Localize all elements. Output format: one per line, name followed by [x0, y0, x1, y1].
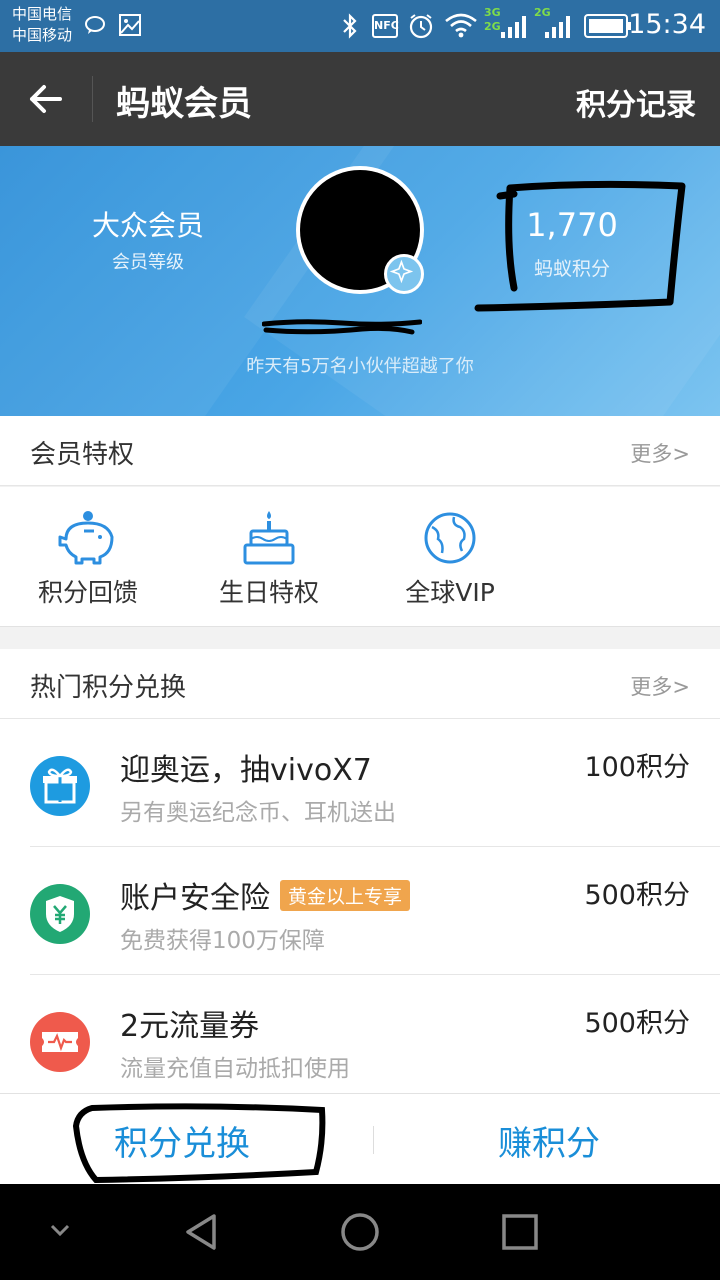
network-2g-label: 2G	[484, 20, 501, 33]
alarm-icon	[409, 14, 433, 39]
member-level-label: 会员等级	[112, 252, 184, 273]
privilege-birthday[interactable]: 生日特权	[199, 509, 339, 609]
privileges-grid: 积分回馈 生日特权 全球VIP	[0, 487, 720, 627]
data-coupon-icon	[30, 1012, 90, 1072]
privilege-label: 全球VIP	[405, 578, 495, 607]
battery-icon	[584, 14, 631, 38]
privilege-global-vip[interactable]: 全球VIP	[380, 509, 520, 609]
piggy-bank-icon	[58, 511, 114, 565]
bottom-tab-bar: 积分兑换 赚积分	[0, 1093, 720, 1184]
redacted-username-scribble	[262, 319, 422, 335]
shield-yuan-icon	[30, 884, 90, 944]
overtake-text: 昨天有5万名小伙伴超越了你	[246, 356, 474, 377]
privileges-heading: 会员特权	[30, 440, 135, 470]
item-points: 500积分	[584, 880, 690, 911]
signal-strength-icon-2	[545, 16, 570, 38]
clock: 15:34	[628, 9, 706, 40]
exchange-more-link[interactable]: 更多>	[630, 671, 690, 701]
item-title: 迎奥运，抽vivoX7	[120, 753, 372, 788]
privilege-points-feedback[interactable]: 积分回馈	[18, 509, 158, 609]
chevron-down-icon[interactable]	[48, 1222, 72, 1238]
page-title: 蚂蚁会员	[116, 84, 252, 124]
tab-earn-points[interactable]: 赚积分	[498, 1116, 600, 1165]
member-header: 大众会员 会员等级 1,770 蚂蚁积分 昨天有5万名小伙伴超越了你	[0, 146, 720, 416]
carrier-1: 中国电信	[12, 5, 73, 23]
points-record-button[interactable]: 积分记录	[576, 80, 696, 124]
item-points: 100积分	[584, 752, 690, 783]
network-3g-2g: 3G 2G	[484, 6, 501, 34]
back-arrow-icon[interactable]	[22, 74, 72, 124]
gold-exclusive-badge: 黄金以上专享	[280, 880, 411, 911]
carrier-info: 中国电信 中国移动	[12, 4, 72, 46]
tab-divider	[373, 1126, 374, 1154]
item-title-row: 账户安全险 黄金以上专享	[120, 873, 411, 917]
item-title: 账户安全险	[120, 881, 270, 916]
list-item[interactable]: 2元流量券 流量充值自动抵扣使用 500积分	[0, 975, 720, 1093]
privileges-section-header: 会员特权 更多>	[0, 416, 720, 486]
list-item[interactable]: 账户安全险 黄金以上专享 免费获得100万保障 500积分	[0, 847, 720, 975]
chat-bubble-icon	[85, 16, 105, 34]
hand-drawn-highlight-box	[474, 180, 686, 312]
bluetooth-icon	[343, 13, 357, 39]
item-subtitle: 另有奥运纪念币、耳机送出	[120, 800, 396, 826]
member-level-name[interactable]: 大众会员	[90, 204, 206, 244]
hand-drawn-highlight-box	[72, 1103, 326, 1184]
carrier-2: 中国移动	[12, 26, 73, 44]
list-item[interactable]: 迎奥运，抽vivoX7 另有奥运纪念币、耳机送出 100积分	[0, 719, 720, 847]
birthday-cake-icon	[243, 511, 295, 565]
privileges-more-link[interactable]: 更多>	[630, 438, 690, 468]
item-subtitle: 流量充值自动抵扣使用	[120, 1056, 350, 1082]
nav-back-icon[interactable]	[180, 1210, 222, 1254]
wifi-icon	[445, 13, 477, 38]
app-bar: 蚂蚁会员 积分记录	[0, 52, 720, 146]
exchange-list: 迎奥运，抽vivoX7 另有奥运纪念币、耳机送出 100积分 账户安全险 黄金以上…	[0, 719, 720, 1093]
signal-strength-icon	[501, 16, 526, 38]
gift-icon	[30, 756, 90, 816]
privilege-label: 积分回馈	[37, 578, 138, 607]
nfc-icon: NFC	[372, 14, 399, 38]
navigation-bar	[0, 1184, 720, 1280]
nav-recents-icon[interactable]	[500, 1210, 540, 1254]
item-title: 2元流量券	[120, 1009, 260, 1044]
privilege-label: 生日特权	[218, 578, 319, 607]
exchange-heading: 热门积分兑换	[30, 673, 187, 703]
sparkle-badge-icon	[384, 254, 424, 294]
item-points: 500积分	[584, 1008, 690, 1039]
image-icon	[119, 14, 141, 36]
globe-icon	[424, 512, 476, 564]
nav-home-icon[interactable]	[338, 1210, 382, 1254]
status-bar: 中国电信 中国移动 NFC 3G 2G 2G 15:34	[0, 0, 720, 52]
app-bar-divider	[92, 76, 93, 122]
network-3g-label: 3G	[484, 6, 501, 19]
item-subtitle: 免费获得100万保障	[120, 928, 325, 954]
exchange-section-header: 热门积分兑换 更多>	[0, 649, 720, 719]
